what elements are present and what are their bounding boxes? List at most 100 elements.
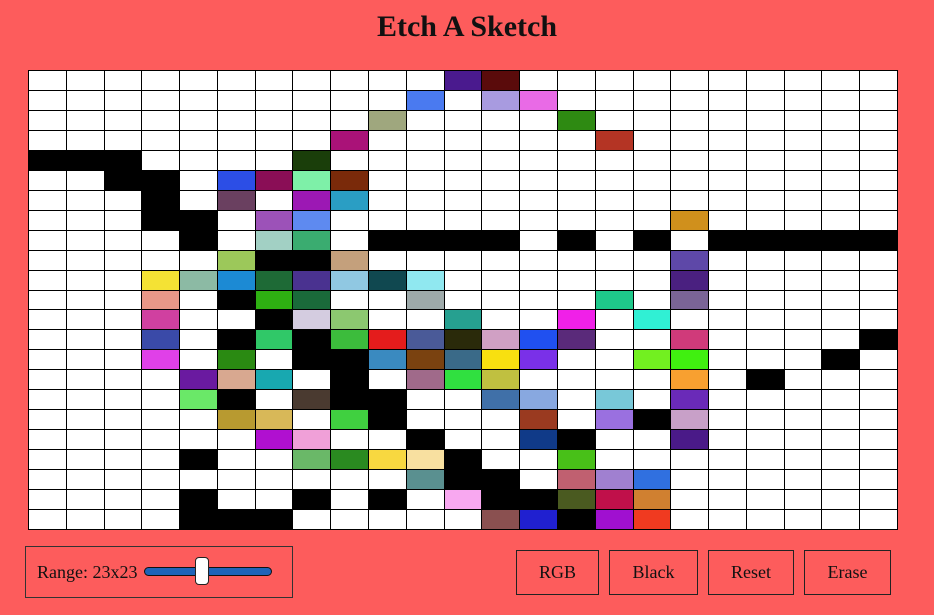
grid-cell[interactable]	[406, 390, 445, 411]
grid-cell[interactable]	[520, 290, 558, 311]
grid-cell[interactable]	[180, 150, 218, 171]
grid-cell[interactable]	[406, 90, 445, 111]
grid-cell[interactable]	[482, 290, 521, 311]
grid-cell[interactable]	[595, 250, 634, 271]
grid-cell[interactable]	[520, 71, 558, 91]
grid-cell[interactable]	[29, 150, 67, 171]
grid-cell[interactable]	[66, 490, 105, 511]
grid-cell[interactable]	[142, 450, 181, 471]
grid-cell[interactable]	[369, 430, 407, 451]
grid-cell[interactable]	[482, 90, 521, 111]
grid-cell[interactable]	[331, 250, 370, 271]
grid-cell[interactable]	[746, 330, 785, 351]
grid-cell[interactable]	[595, 210, 634, 231]
grid-cell[interactable]	[557, 190, 596, 211]
grid-cell[interactable]	[104, 510, 143, 530]
grid-cell[interactable]	[180, 130, 218, 151]
grid-cell[interactable]	[520, 170, 558, 191]
grid-cell[interactable]	[822, 350, 861, 371]
grid-cell[interactable]	[860, 71, 898, 91]
grid-cell[interactable]	[217, 290, 256, 311]
grid-cell[interactable]	[595, 110, 634, 131]
grid-cell[interactable]	[746, 290, 785, 311]
grid-cell[interactable]	[784, 290, 823, 311]
grid-cell[interactable]	[255, 170, 294, 191]
grid-cell[interactable]	[66, 130, 105, 151]
grid-cell[interactable]	[482, 170, 521, 191]
grid-cell[interactable]	[822, 270, 861, 291]
grid-cell[interactable]	[746, 170, 785, 191]
grid-cell[interactable]	[369, 230, 407, 251]
grid-cell[interactable]	[709, 290, 747, 311]
grid-cell[interactable]	[557, 430, 596, 451]
grid-cell[interactable]	[671, 490, 710, 511]
grid-cell[interactable]	[217, 90, 256, 111]
grid-cell[interactable]	[520, 510, 558, 530]
grid-cell[interactable]	[406, 450, 445, 471]
grid-cell[interactable]	[860, 110, 898, 131]
grid-cell[interactable]	[746, 150, 785, 171]
grid-cell[interactable]	[595, 510, 634, 530]
grid-cell[interactable]	[293, 430, 332, 451]
grid-cell[interactable]	[482, 390, 521, 411]
grid-cell[interactable]	[784, 270, 823, 291]
grid-cell[interactable]	[860, 450, 898, 471]
grid-cell[interactable]	[142, 330, 181, 351]
grid-cell[interactable]	[331, 290, 370, 311]
grid-cell[interactable]	[217, 71, 256, 91]
grid-cell[interactable]	[709, 110, 747, 131]
grid-cell[interactable]	[406, 430, 445, 451]
grid-cell[interactable]	[142, 490, 181, 511]
grid-cell[interactable]	[29, 290, 67, 311]
grid-cell[interactable]	[746, 450, 785, 471]
grid-cell[interactable]	[822, 450, 861, 471]
grid-cell[interactable]	[709, 350, 747, 371]
grid-cell[interactable]	[784, 150, 823, 171]
grid-cell[interactable]	[822, 90, 861, 111]
grid-cell[interactable]	[671, 350, 710, 371]
grid-cell[interactable]	[444, 370, 483, 391]
grid-cell[interactable]	[293, 150, 332, 171]
grid-cell[interactable]	[331, 430, 370, 451]
grid-cell[interactable]	[520, 490, 558, 511]
grid-cell[interactable]	[557, 250, 596, 271]
grid-cell[interactable]	[180, 290, 218, 311]
grid-cell[interactable]	[822, 170, 861, 191]
grid-cell[interactable]	[142, 71, 181, 91]
grid-cell[interactable]	[406, 290, 445, 311]
grid-cell[interactable]	[520, 350, 558, 371]
grid-cell[interactable]	[822, 250, 861, 271]
grid-cell[interactable]	[66, 290, 105, 311]
grid-cell[interactable]	[66, 510, 105, 530]
grid-cell[interactable]	[406, 71, 445, 91]
grid-cell[interactable]	[860, 470, 898, 491]
grid-cell[interactable]	[104, 270, 143, 291]
grid-cell[interactable]	[331, 450, 370, 471]
grid-cell[interactable]	[66, 310, 105, 331]
grid-cell[interactable]	[746, 270, 785, 291]
grid-cell[interactable]	[520, 210, 558, 231]
grid-cell[interactable]	[369, 210, 407, 231]
grid-cell[interactable]	[709, 470, 747, 491]
grid-cell[interactable]	[784, 370, 823, 391]
grid-cell[interactable]	[557, 510, 596, 530]
grid-cell[interactable]	[444, 510, 483, 530]
grid-cell[interactable]	[709, 510, 747, 530]
grid-cell[interactable]	[444, 150, 483, 171]
grid-cell[interactable]	[520, 450, 558, 471]
grid-cell[interactable]	[142, 310, 181, 331]
grid-cell[interactable]	[406, 190, 445, 211]
grid-cell[interactable]	[29, 230, 67, 251]
grid-cell[interactable]	[406, 350, 445, 371]
grid-cell[interactable]	[633, 310, 672, 331]
grid-cell[interactable]	[746, 310, 785, 331]
grid-cell[interactable]	[860, 310, 898, 331]
grid-cell[interactable]	[29, 370, 67, 391]
grid-cell[interactable]	[444, 270, 483, 291]
grid-cell[interactable]	[444, 190, 483, 211]
grid-cell[interactable]	[369, 290, 407, 311]
grid-cell[interactable]	[671, 310, 710, 331]
grid-cell[interactable]	[709, 150, 747, 171]
grid-cell[interactable]	[255, 430, 294, 451]
grid-cell[interactable]	[66, 150, 105, 171]
